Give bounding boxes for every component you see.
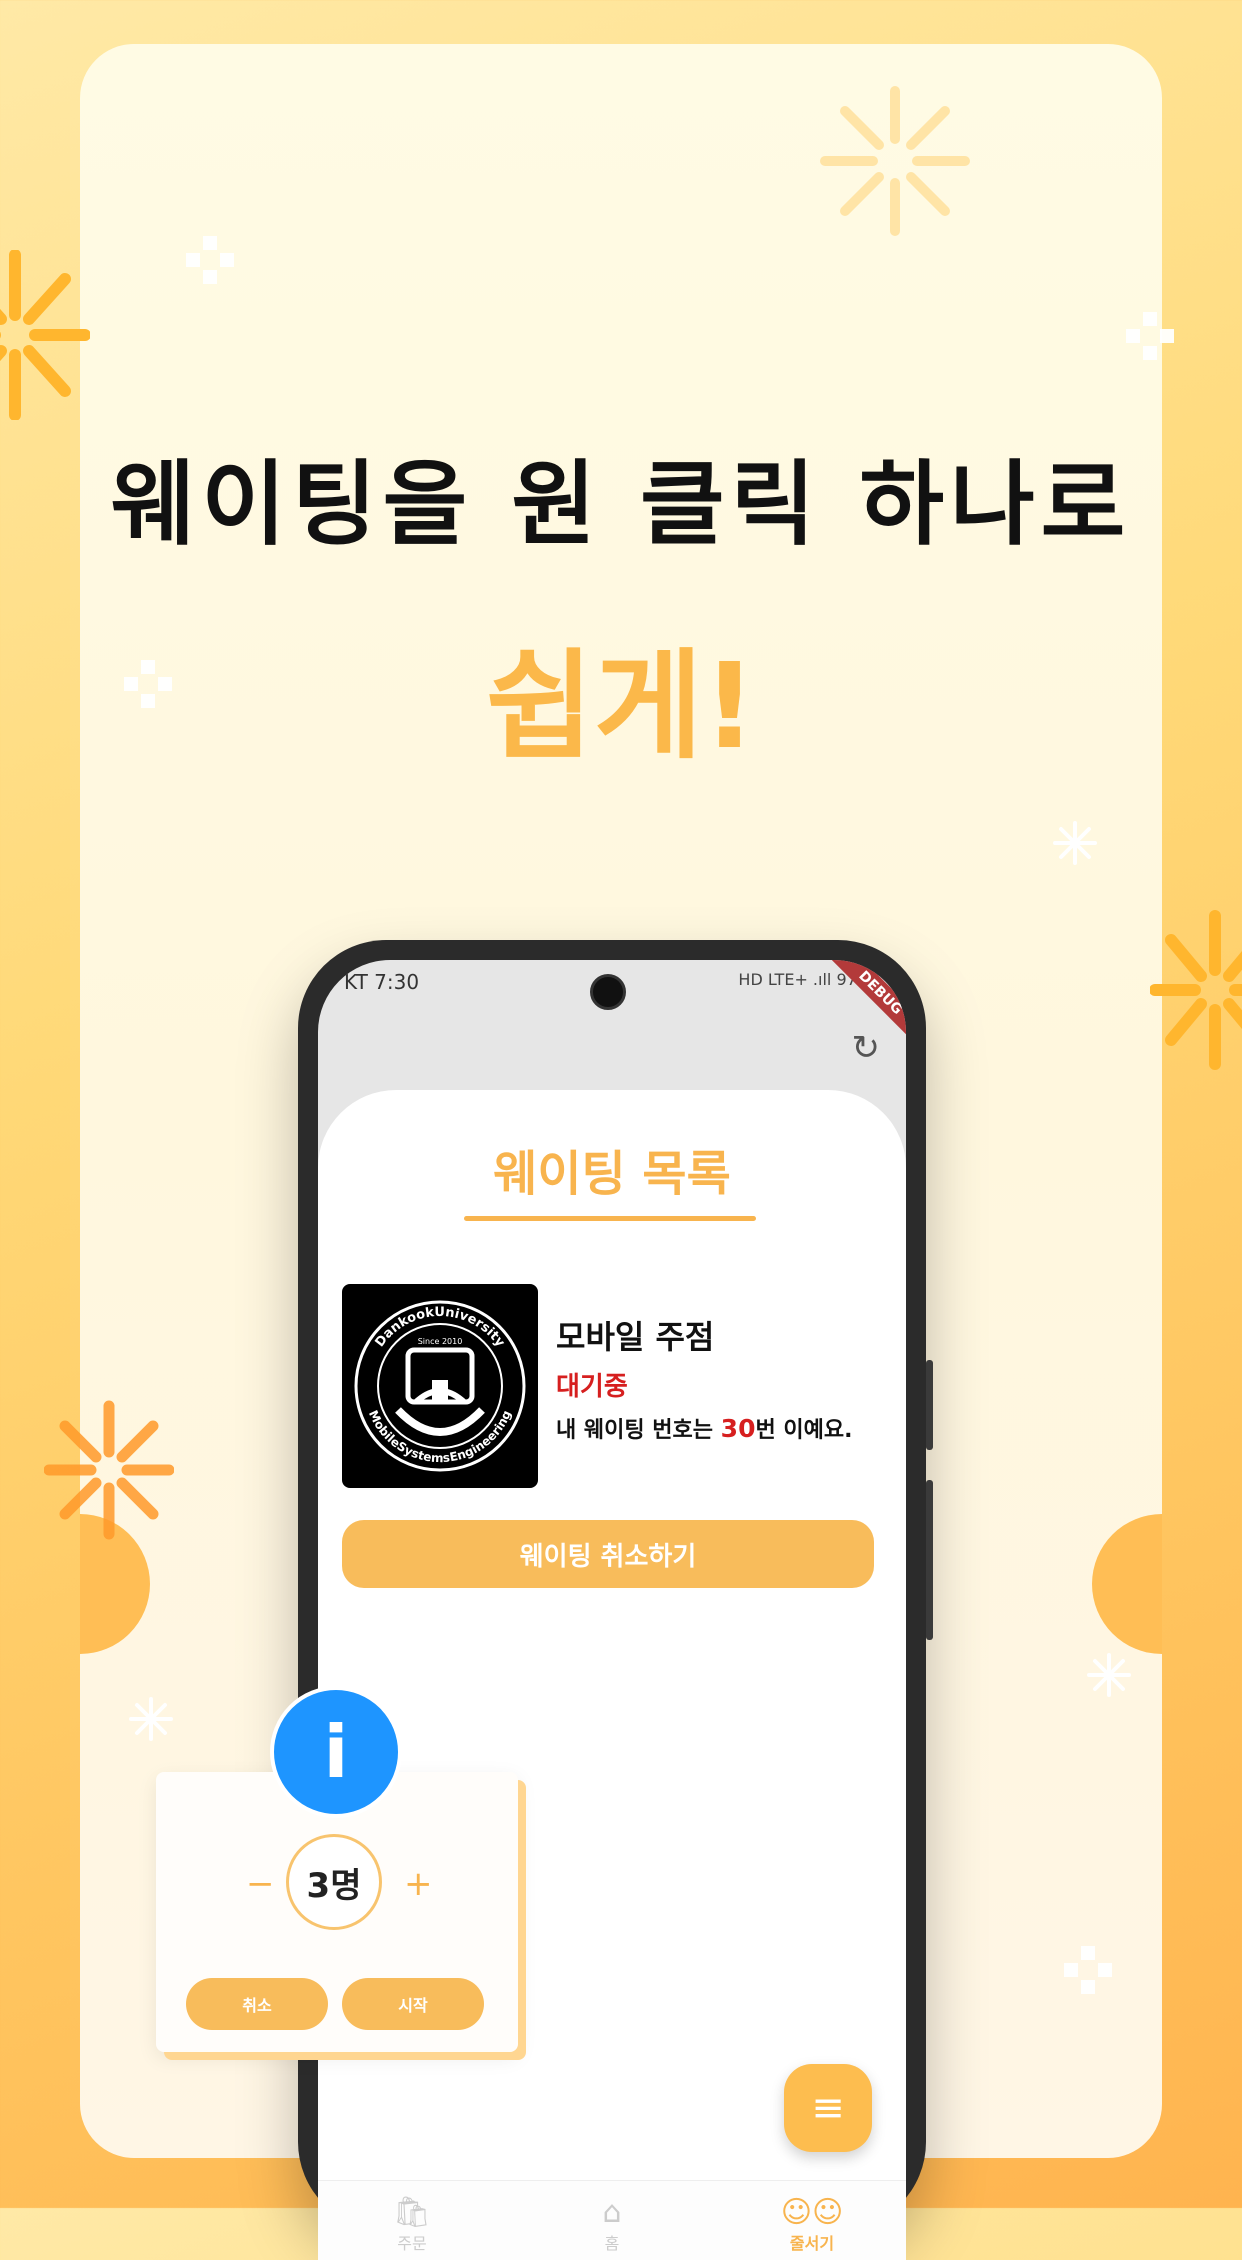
camera-hole bbox=[590, 974, 626, 1010]
svg-text:MobileSystemsEngineering: MobileSystemsEngineering bbox=[366, 1408, 514, 1465]
phone-button bbox=[926, 1480, 933, 1640]
hamburger-icon: ≡ bbox=[811, 2085, 845, 2131]
nav-label: 주문 bbox=[397, 2234, 427, 2253]
pixel-decoration bbox=[186, 236, 234, 284]
wait-status: 대기중 bbox=[556, 1372, 628, 1402]
status-carrier-time: KT 7:30 bbox=[344, 970, 420, 994]
nav-item-queue[interactable]: ☺☺ 줄서기 bbox=[752, 2195, 872, 2254]
menu-fab[interactable]: ≡ bbox=[784, 2064, 872, 2152]
refresh-icon[interactable]: ↻ bbox=[852, 1028, 881, 1068]
subheadline: 쉽게! bbox=[485, 637, 757, 775]
phone-button bbox=[926, 1360, 933, 1450]
info-icon: i bbox=[270, 1686, 402, 1818]
svg-text:Since 2010: Since 2010 bbox=[418, 1337, 463, 1346]
card-notch-right bbox=[1092, 1514, 1162, 1654]
wait-number-text: 내 웨이팅 번호는 30번 이예요. bbox=[556, 1412, 852, 1444]
sparkle-decoration bbox=[129, 1697, 173, 1741]
headline: 웨이팅을 원 클릭 하나로 bbox=[110, 451, 1132, 558]
cancel-waiting-button[interactable]: 웨이팅 취소하기 bbox=[342, 1520, 874, 1588]
shopping-bag-icon: 🛍︎ bbox=[392, 2195, 432, 2230]
store-name: 모바일 주점 bbox=[556, 1318, 715, 1356]
popup-cancel-button[interactable]: 취소 bbox=[186, 1978, 328, 2030]
wait-suffix: 번 이예요. bbox=[755, 1418, 853, 1443]
nav-item-home[interactable]: ⌂ 홈 bbox=[552, 2195, 672, 2254]
headcount-value: 3명 bbox=[286, 1834, 382, 1930]
sparkle-decoration bbox=[44, 1400, 174, 1540]
sparkle-decoration bbox=[1053, 821, 1097, 865]
sheet-title: 웨이팅 목록 bbox=[493, 1146, 731, 1202]
nav-label: 홈 bbox=[604, 2234, 620, 2253]
nav-label: 줄서기 bbox=[789, 2234, 835, 2253]
decrement-button[interactable]: − bbox=[246, 1864, 275, 1904]
wait-prefix: 내 웨이팅 번호는 bbox=[556, 1418, 721, 1443]
phone-screen: KT 7:30 HD LTE+ .ıll 97% DEBUG ↻ 웨이팅 목록 … bbox=[318, 960, 906, 2260]
sparkle-decoration bbox=[820, 86, 970, 236]
people-icon: ☺☺ bbox=[780, 2195, 844, 2230]
popup-start-button[interactable]: 시작 bbox=[342, 1978, 484, 2030]
store-logo: DankookUniversity MobileSystemsEngineeri… bbox=[342, 1284, 538, 1488]
sparkle-decoration bbox=[0, 250, 90, 420]
sparkle-decoration bbox=[1087, 1653, 1131, 1697]
home-icon: ⌂ bbox=[602, 2195, 622, 2230]
sparkle-decoration bbox=[1150, 910, 1242, 1070]
nav-item-order[interactable]: 🛍︎ 주문 bbox=[352, 2195, 472, 2254]
pixel-decoration bbox=[1064, 1946, 1112, 1994]
increment-button[interactable]: + bbox=[404, 1864, 433, 1904]
wait-number: 30 bbox=[720, 1414, 756, 1443]
pixel-decoration bbox=[1126, 312, 1174, 360]
bottom-nav: 🛍︎ 주문 ⌂ 홈 ☺☺ 줄서기 bbox=[318, 2180, 906, 2260]
title-underline bbox=[464, 1216, 756, 1221]
